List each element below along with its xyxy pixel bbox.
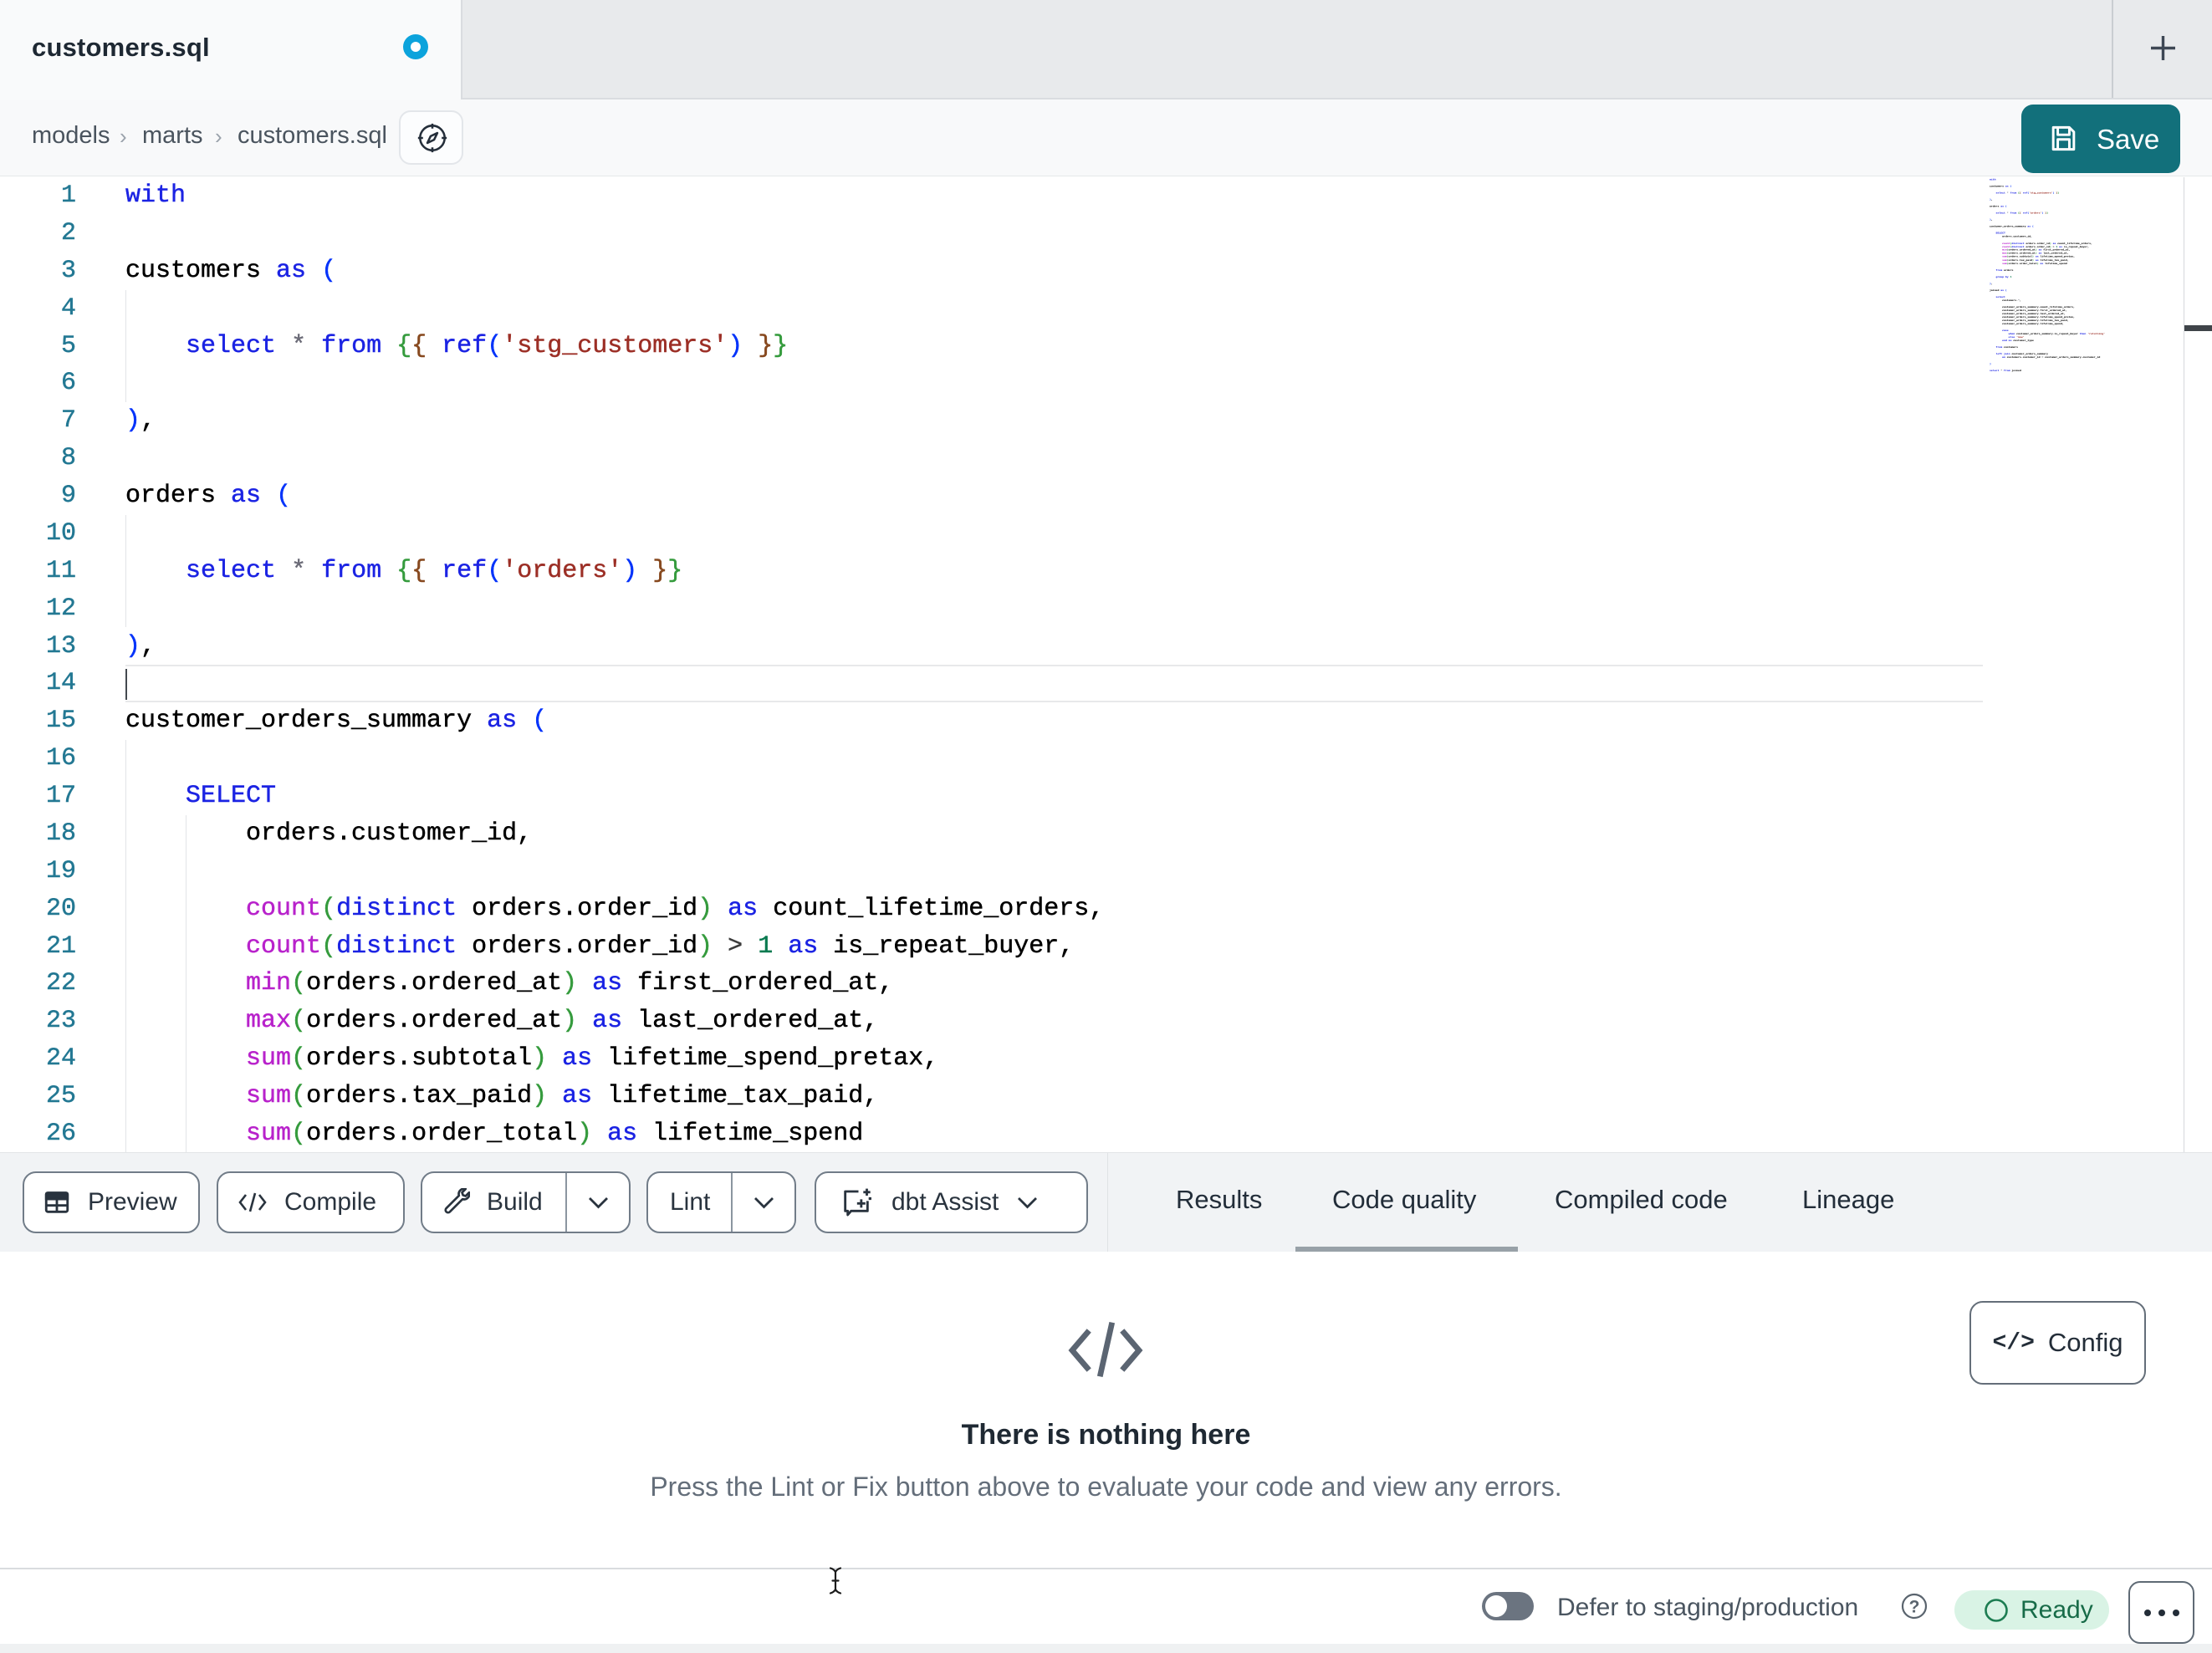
svg-text:?: ? xyxy=(1909,1598,1920,1617)
